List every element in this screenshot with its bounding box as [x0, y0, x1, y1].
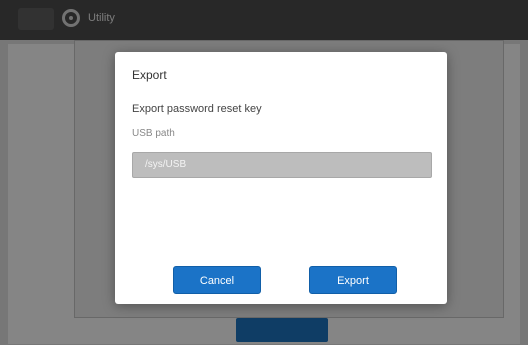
- dialog-description: Export password reset key: [132, 103, 262, 115]
- export-dialog: Export Export password reset key USB pat…: [115, 52, 447, 304]
- cancel-button[interactable]: Cancel: [173, 266, 261, 294]
- dialog-title: Export: [132, 68, 167, 82]
- export-button[interactable]: Export: [309, 266, 397, 294]
- usb-path-field[interactable]: /sys/USB: [132, 152, 432, 178]
- usb-path-label: USB path: [132, 128, 175, 139]
- usb-path-value: /sys/USB: [145, 159, 187, 170]
